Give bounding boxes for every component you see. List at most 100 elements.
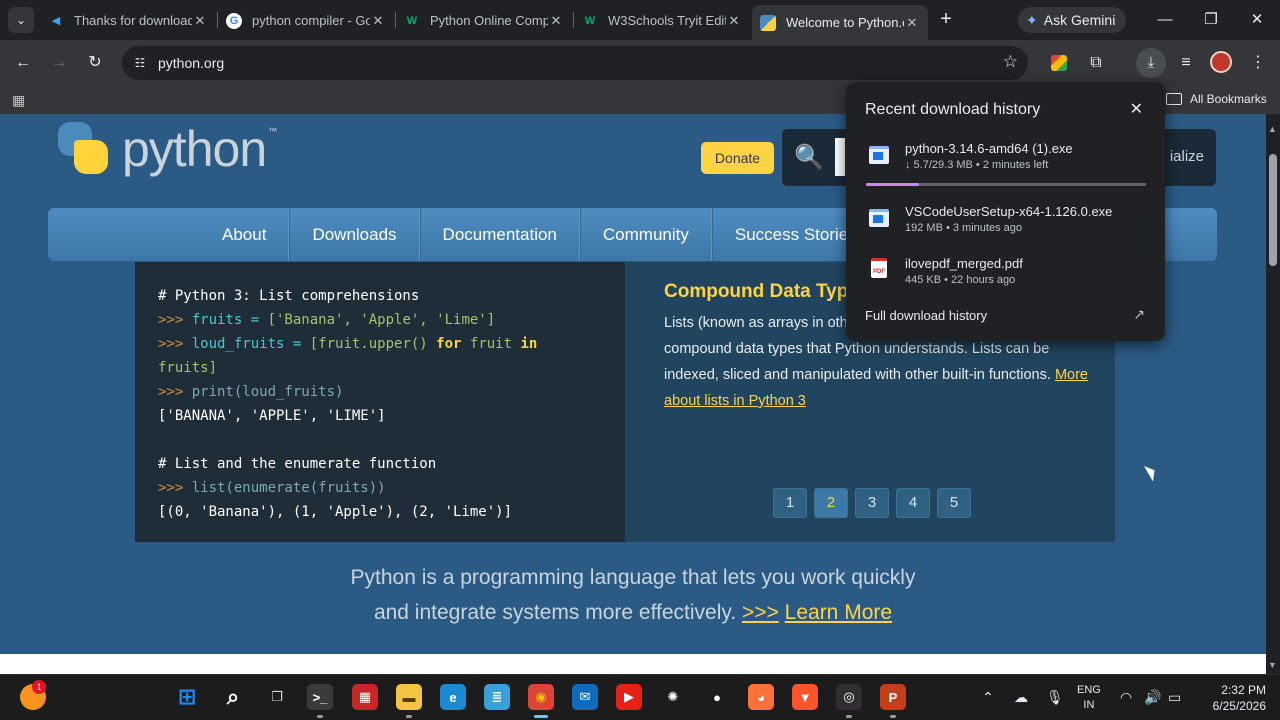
tab-close-icon[interactable]: ✕ <box>548 13 564 29</box>
code-line: ['BANANA', 'APPLE', 'LIME'] <box>158 408 386 424</box>
tab-w3schools-tryit[interactable]: W W3Schools Tryit Editor ✕ <box>574 5 750 36</box>
learn-more-arrows[interactable]: >>> <box>742 601 779 624</box>
download-item[interactable]: VSCodeUserSetup-x64-1.126.0.exe 192 MB •… <box>866 204 1156 244</box>
chrome-icon[interactable]: ◉ <box>528 684 554 710</box>
notepad-icon[interactable]: ≣ <box>484 684 510 710</box>
donate-button[interactable]: Donate <box>701 142 774 174</box>
python-logo[interactable]: python ™ <box>54 120 277 178</box>
wifi-icon[interactable]: ◠ <box>1120 689 1132 706</box>
close-icon[interactable]: ✕ <box>1130 99 1143 119</box>
scroll-down-icon[interactable]: ▼ <box>1268 660 1277 670</box>
youtube-icon[interactable]: ▶ <box>616 684 642 710</box>
powerpoint-icon[interactable]: P <box>880 684 906 710</box>
download-progress-fill <box>866 183 920 186</box>
vscode-icon: ◀ <box>51 15 61 27</box>
running-indicator <box>890 715 896 718</box>
tab-python-online-compiler[interactable]: W Python Online Compiler ✕ <box>396 5 572 36</box>
minimize-icon[interactable]: — <box>1150 8 1180 32</box>
download-bubble: Recent download history ✕ python-3.14.6-… <box>846 82 1165 341</box>
tab-close-icon[interactable]: ✕ <box>370 13 386 29</box>
code-line: >>> loud_fruits = [fruit.upper() for fru… <box>158 336 538 352</box>
page-button-2[interactable]: 2 <box>814 488 848 518</box>
open-external-icon[interactable]: ↗ <box>1133 306 1145 323</box>
reload-icon[interactable]: ↻ <box>83 51 107 75</box>
brave-icon[interactable]: ▼ <box>792 684 818 710</box>
download-filename: VSCodeUserSetup-x64-1.126.0.exe <box>905 204 1113 219</box>
tab-search-chevron-icon[interactable]: ⌄ <box>8 7 34 33</box>
learn-more-link[interactable]: Learn More <box>785 601 892 624</box>
tab-google[interactable]: G python compiler - Google ✕ <box>218 5 394 36</box>
page-scrollbar[interactable]: ▲ ▼ <box>1266 114 1280 674</box>
scrollbar-thumb[interactable] <box>1269 154 1277 266</box>
windows-taskbar: 1 ⊞ ⌕ ❐ >_ ▦ ▬ e ≣ ◉ ✉ ▶ ✺ ● ◕ ▼ ◎ P ⌃ ☁ 🎙 ENG IN ◠ 🔊 ▭ … <box>0 674 1280 720</box>
search-input[interactable] <box>835 138 845 176</box>
edge-icon[interactable]: e <box>440 684 466 710</box>
ask-gemini-button[interactable]: ✦ Ask Gemini <box>1018 7 1126 33</box>
tab-close-icon[interactable]: ✕ <box>726 13 742 29</box>
download-item[interactable]: python-3.14.6-amd64 (1).exe ↓ 5.7/29.3 M… <box>866 141 1156 181</box>
scroll-up-icon[interactable]: ▲ <box>1268 124 1277 134</box>
tab-strip: ⌄ ◀ Thanks for downloading ✕ G python co… <box>0 0 1280 40</box>
tab-python-org[interactable]: Welcome to Python.org ✕ <box>752 5 928 40</box>
microphone-icon[interactable]: 🎙 <box>1046 689 1064 706</box>
system-clock[interactable]: 2:32 PM 6/25/2026 <box>1202 682 1266 714</box>
address-bar[interactable]: ☷ python.org ☆ <box>122 46 1028 80</box>
tab-close-icon[interactable]: ✕ <box>192 13 208 29</box>
bookmark-star-icon[interactable]: ☆ <box>1003 52 1018 72</box>
download-filename: python-3.14.6-amd64 (1).exe <box>905 141 1073 156</box>
input-language[interactable]: ENG IN <box>1077 683 1101 713</box>
tagline-line-1: Python is a programming language that le… <box>350 566 916 589</box>
download-status: 192 MB • 3 minutes ago <box>905 222 1022 234</box>
nav-about[interactable]: About <box>200 208 290 261</box>
extension-icon[interactable] <box>1051 55 1067 71</box>
back-icon[interactable]: ← <box>11 51 35 75</box>
github-icon[interactable]: ● <box>704 684 730 710</box>
all-bookmarks-button[interactable]: All Bookmarks <box>1166 92 1267 106</box>
outlook-icon[interactable]: ✉ <box>572 684 598 710</box>
download-progress-bar <box>866 183 1146 186</box>
tab-vscode[interactable]: ◀ Thanks for downloading ✕ <box>40 5 216 36</box>
terminal-icon[interactable]: >_ <box>307 684 333 710</box>
battery-icon[interactable]: ▭ <box>1168 689 1181 706</box>
full-download-history-link[interactable]: Full download history <box>865 308 987 323</box>
nav-documentation[interactable]: Documentation <box>419 208 580 261</box>
tray-overflow-icon[interactable]: ⌃ <box>982 689 994 706</box>
page-button-1[interactable]: 1 <box>773 488 807 518</box>
socialize-button[interactable]: ialize <box>1170 148 1204 165</box>
apps-grid-icon[interactable]: ▦ <box>12 92 28 108</box>
tab-title: python compiler - Google <box>252 13 370 28</box>
new-tab-button[interactable]: + <box>934 8 958 32</box>
chatgpt-icon[interactable]: ✺ <box>660 684 686 710</box>
forward-icon[interactable]: → <box>47 51 71 75</box>
downloads-icon[interactable]: ⤓ <box>1136 48 1166 78</box>
tab-close-icon[interactable]: ✕ <box>904 15 920 31</box>
file-explorer-icon[interactable]: ▬ <box>396 684 422 710</box>
download-item[interactable]: PDF ilovepdf_merged.pdf 445 KB • 22 hour… <box>866 256 1156 296</box>
site-info-icon[interactable]: ☷ <box>132 55 148 71</box>
extensions-icon[interactable]: ⧉ <box>1084 51 1108 75</box>
close-window-icon[interactable]: ✕ <box>1242 8 1272 32</box>
tab-title: Python Online Compiler <box>430 13 548 28</box>
volume-icon[interactable]: 🔊 <box>1144 689 1161 706</box>
nav-community[interactable]: Community <box>579 208 712 261</box>
page-button-4[interactable]: 4 <box>896 488 930 518</box>
onedrive-icon[interactable]: ☁ <box>1014 689 1028 706</box>
firefox-icon[interactable]: ◕ <box>748 684 774 710</box>
address-url[interactable]: python.org <box>158 55 224 71</box>
code-line: >>> fruits = ['Banana', 'Apple', 'Lime'] <box>158 312 496 328</box>
nav-downloads[interactable]: Downloads <box>289 208 420 261</box>
obs-icon[interactable]: ◎ <box>836 684 862 710</box>
task-view-icon[interactable]: ❐ <box>264 684 290 710</box>
search-icon[interactable]: ⌕ <box>220 684 246 710</box>
restore-icon[interactable]: ❐ <box>1196 8 1226 32</box>
chrome-menu-icon[interactable]: ⋮ <box>1246 51 1270 75</box>
running-indicator <box>534 715 548 718</box>
running-indicator <box>406 715 412 718</box>
w3schools-icon: W <box>406 14 418 27</box>
profile-avatar[interactable] <box>1210 51 1232 73</box>
page-button-5[interactable]: 5 <box>937 488 971 518</box>
media-controls-icon[interactable]: ≡ <box>1174 51 1198 75</box>
start-icon[interactable]: ⊞ <box>174 684 200 710</box>
calendar-app-icon[interactable]: ▦ <box>352 684 378 710</box>
page-button-3[interactable]: 3 <box>855 488 889 518</box>
